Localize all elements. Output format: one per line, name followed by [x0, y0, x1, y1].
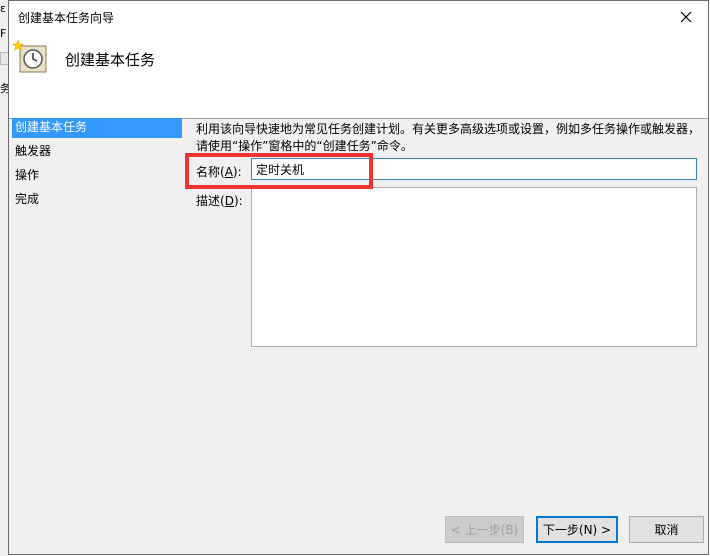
task-scheduler-clock-icon: [12, 39, 47, 73]
step-finish[interactable]: 完成: [12, 190, 182, 210]
step-action[interactable]: 操作: [12, 166, 182, 186]
title-bar: 创建基本任务向导: [9, 1, 708, 32]
window-title: 创建基本任务向导: [18, 11, 115, 25]
step-trigger[interactable]: 触发器: [12, 142, 182, 162]
background-window: ε F 务: [0, 0, 11, 556]
wizard-description: 利用该向导快速地为常见任务创建计划。有关更多高级选项或设置，例如多任务操作或触发…: [196, 122, 701, 153]
background-text: F: [0, 27, 7, 40]
close-icon: [680, 11, 691, 22]
wizard-header: 创建基本任务: [9, 32, 708, 119]
create-basic-task-dialog: 创建基本任务向导 创建基本任务 创建基本任务 触发器 操作 完成 利用该向导快速…: [8, 0, 709, 555]
next-button[interactable]: 下一步(N) >: [536, 516, 618, 543]
description-label: 描述(D):: [196, 194, 243, 208]
background-text: ε: [0, 2, 6, 15]
back-button[interactable]: < 上一步(B): [445, 516, 524, 543]
wizard-title: 创建基本任务: [65, 51, 156, 69]
name-label: 名称(A):: [196, 165, 242, 179]
step-create-basic-task[interactable]: 创建基本任务: [12, 118, 182, 138]
name-input[interactable]: [251, 158, 697, 180]
cancel-button[interactable]: 取消: [629, 516, 704, 543]
wizard-step-list: 创建基本任务 触发器 操作 完成: [9, 118, 189, 484]
close-button[interactable]: [663, 1, 708, 32]
description-textarea[interactable]: [251, 187, 697, 347]
